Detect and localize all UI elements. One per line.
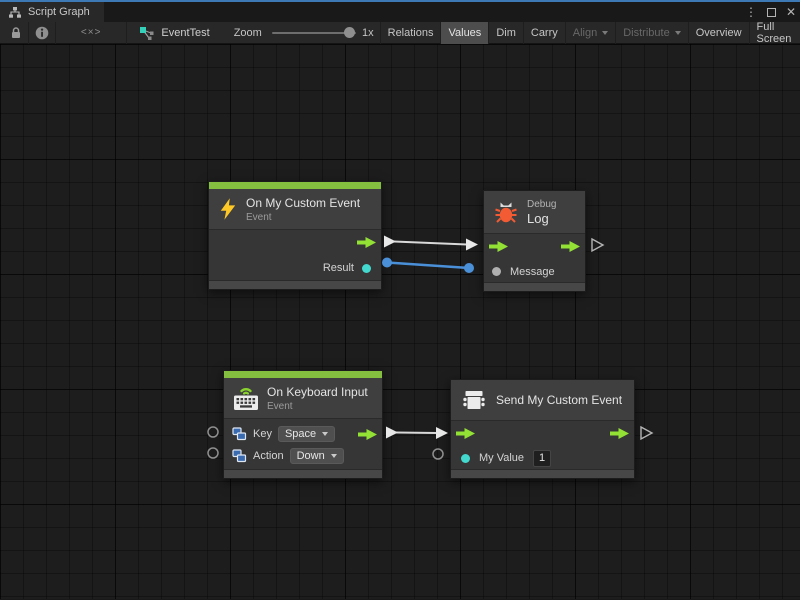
node-subtitle: Event <box>267 401 368 412</box>
flow-output-arrow-icon[interactable] <box>561 241 580 252</box>
connection-control-flow-event-to-log[interactable] <box>384 236 478 251</box>
lock-button[interactable] <box>4 22 28 44</box>
window-menu-icon[interactable]: ⋮ <box>745 2 757 22</box>
dim-button[interactable]: Dim <box>488 22 523 44</box>
zoom-value: 1x <box>362 27 374 39</box>
node-footer <box>484 283 585 291</box>
graph-canvas[interactable]: On My Custom Event Event Result <box>0 44 800 599</box>
message-port-label: Message <box>510 266 555 278</box>
node-send-my-custom-event[interactable]: Send My Custom Event My Value <box>450 379 635 479</box>
action-dropdown[interactable]: Down <box>290 448 344 464</box>
flow-output-arrow-icon[interactable] <box>610 428 629 439</box>
node-on-keyboard-input[interactable]: On Keyboard Input Event Key Space <box>223 370 383 479</box>
message-value-port[interactable] <box>492 267 501 276</box>
enum-type-icon <box>232 449 247 463</box>
action-port-label: Action <box>253 450 284 462</box>
result-value-port[interactable] <box>362 264 371 273</box>
event-accent-bar <box>209 182 381 189</box>
bug-icon <box>494 200 518 224</box>
graph-toolbar: <×> EventTest Zoom 1x Relations Values D… <box>0 22 800 44</box>
chevron-down-icon <box>331 454 337 458</box>
node-subtitle: Event <box>246 212 360 223</box>
lock-icon <box>10 26 22 39</box>
values-button[interactable]: Values <box>440 22 488 44</box>
carry-button[interactable]: Carry <box>523 22 565 44</box>
connection-value-result-to-message[interactable] <box>382 258 474 274</box>
node-title: Log <box>527 211 556 226</box>
node-title: Send My Custom Event <box>496 393 622 407</box>
info-icon <box>35 26 49 40</box>
key-port-label: Key <box>253 428 272 440</box>
key-dropdown[interactable]: Space <box>278 426 335 442</box>
flow-continuation-triangle[interactable] <box>592 239 603 251</box>
align-dropdown[interactable]: Align <box>565 22 615 44</box>
graph-icon <box>8 6 22 18</box>
event-accent-bar <box>224 371 382 378</box>
node-footer <box>451 470 634 478</box>
relations-button[interactable]: Relations <box>380 22 441 44</box>
my-value-input[interactable] <box>533 450 551 467</box>
chevron-down-icon <box>675 31 681 35</box>
result-port-label: Result <box>323 262 354 274</box>
node-footer <box>209 281 381 289</box>
graph-breadcrumb[interactable]: EventTest <box>139 26 209 40</box>
zoom-label: Zoom <box>234 27 262 39</box>
graph-asset-icon <box>139 26 155 40</box>
unconnected-input-circle[interactable] <box>208 448 218 458</box>
window-close-icon[interactable]: ✕ <box>786 2 796 22</box>
overview-button[interactable]: Overview <box>688 22 749 44</box>
graph-name: EventTest <box>161 27 209 39</box>
node-title: On Keyboard Input <box>267 385 368 399</box>
node-on-my-custom-event[interactable]: On My Custom Event Event Result <box>208 181 382 290</box>
code-icon: <×> <box>63 27 120 38</box>
zoom-slider[interactable] <box>272 32 356 34</box>
keyboard-icon <box>232 384 260 412</box>
code-preview-button[interactable]: <×> <box>56 22 127 44</box>
connection-control-flow-keyboard-to-send[interactable] <box>386 427 448 440</box>
window-maximize-icon[interactable] <box>767 8 776 17</box>
flow-continuation-triangle[interactable] <box>641 427 652 439</box>
flow-input-arrow-icon[interactable] <box>489 241 508 252</box>
my-value-port-label: My Value <box>479 452 524 464</box>
my-value-port[interactable] <box>461 454 470 463</box>
distribute-dropdown[interactable]: Distribute <box>615 22 687 44</box>
chevron-down-icon <box>602 31 608 35</box>
fullscreen-button[interactable]: Full Screen <box>749 22 800 44</box>
tab-script-graph[interactable]: Script Graph <box>0 2 104 22</box>
inspector-button[interactable] <box>29 22 55 44</box>
tab-label: Script Graph <box>28 6 90 18</box>
node-debug-log[interactable]: Debug Log Message <box>483 190 586 292</box>
zoom-slider-handle[interactable] <box>344 27 355 38</box>
lightning-icon <box>219 197 237 221</box>
node-category: Debug <box>527 199 556 210</box>
enum-type-icon <box>232 427 247 441</box>
unconnected-input-circle[interactable] <box>208 427 218 437</box>
unit-machine-icon <box>461 388 487 412</box>
flow-output-arrow-icon[interactable] <box>358 429 377 440</box>
flow-input-arrow-icon[interactable] <box>456 428 475 439</box>
node-title: On My Custom Event <box>246 196 360 210</box>
flow-output-arrow-icon[interactable] <box>357 237 376 248</box>
connections-layer <box>0 44 800 599</box>
node-footer <box>224 470 382 478</box>
chevron-down-icon <box>322 432 328 436</box>
unconnected-input-circle[interactable] <box>433 449 443 459</box>
title-bar: Script Graph ⋮ ✕ <box>0 2 800 22</box>
